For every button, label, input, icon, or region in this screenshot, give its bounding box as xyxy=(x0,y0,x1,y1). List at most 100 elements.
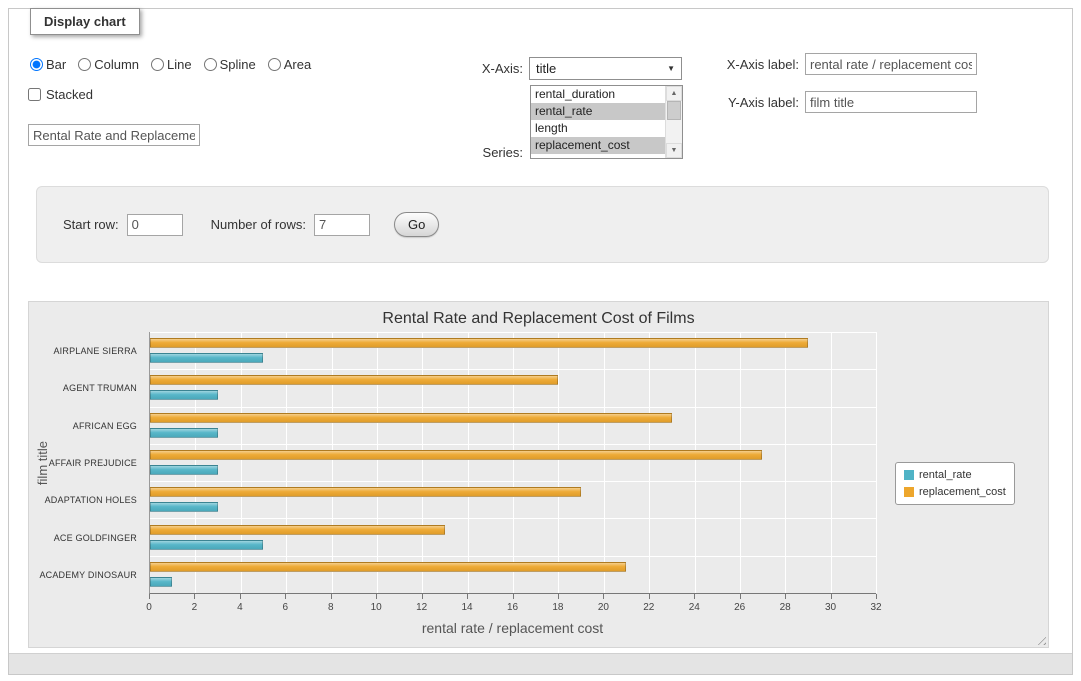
bar-replacement_cost[interactable] xyxy=(150,450,762,460)
legend-item-replacement_cost[interactable]: replacement_cost xyxy=(904,486,1006,498)
bar-group xyxy=(150,369,876,406)
bar-replacement_cost[interactable] xyxy=(150,487,581,497)
x-tick-label: 10 xyxy=(371,602,382,613)
bar-rental_rate[interactable] xyxy=(150,502,218,512)
x-tick-label: 24 xyxy=(689,602,700,613)
xaxis-label-input[interactable] xyxy=(805,53,977,75)
yaxis-label-row: Y-Axis label: xyxy=(699,91,977,113)
series-option-replacement_cost[interactable]: replacement_cost xyxy=(531,137,665,154)
x-tick-label: 22 xyxy=(643,602,654,613)
category-label: ACE GOLDFINGER xyxy=(54,533,137,543)
chart-title-field xyxy=(28,124,200,146)
x-tick xyxy=(331,594,332,599)
chart-type-radio[interactable] xyxy=(78,58,91,71)
chart-container: Rental Rate and Replacement Cost of Film… xyxy=(28,301,1049,648)
chevron-down-icon: ▼ xyxy=(667,64,675,73)
x-tick-label: 0 xyxy=(146,602,152,613)
xaxis-field-row: X-Axis: title ▼ xyxy=(443,57,682,80)
bar-rental_rate[interactable] xyxy=(150,577,172,587)
start-row-label: Start row: xyxy=(63,217,119,232)
x-tick-label: 20 xyxy=(598,602,609,613)
bar-rental_rate[interactable] xyxy=(150,465,218,475)
chart-type-line[interactable]: Line xyxy=(151,57,192,72)
x-tick-label: 2 xyxy=(192,602,198,613)
series-scrollbar[interactable]: ▲ ▼ xyxy=(665,86,682,158)
bar-group xyxy=(150,481,876,518)
row-range-panel: Start row: Number of rows: Go xyxy=(36,186,1049,263)
legend-swatch-icon xyxy=(904,470,914,480)
yaxis-label-label: Y-Axis label: xyxy=(699,95,799,110)
chart-type-label: Line xyxy=(167,57,192,72)
chart-type-column[interactable]: Column xyxy=(78,57,139,72)
scrollbar-track[interactable] xyxy=(666,120,682,143)
chart-type-label: Area xyxy=(284,57,311,72)
chart-type-area[interactable]: Area xyxy=(268,57,311,72)
x-tick xyxy=(467,594,468,599)
chart-type-radio[interactable] xyxy=(204,58,217,71)
bar-replacement_cost[interactable] xyxy=(150,375,558,385)
start-row-input[interactable] xyxy=(127,214,183,236)
x-tick-label: 8 xyxy=(328,602,334,613)
xaxis-label-label: X-Axis label: xyxy=(699,57,799,72)
scrollbar-thumb[interactable] xyxy=(667,101,681,120)
go-button[interactable]: Go xyxy=(394,212,439,237)
chart-type-radio[interactable] xyxy=(268,58,281,71)
bar-group xyxy=(150,444,876,481)
yaxis-label-input[interactable] xyxy=(805,91,977,113)
stacked-option[interactable]: Stacked xyxy=(28,87,93,102)
chart-type-radio[interactable] xyxy=(151,58,164,71)
x-tick xyxy=(285,594,286,599)
chart-type-label: Spline xyxy=(220,57,256,72)
chart-type-radio[interactable] xyxy=(30,58,43,71)
category-label: ADAPTATION HOLES xyxy=(45,495,137,505)
x-tick-label: 30 xyxy=(825,602,836,613)
x-tick-marks xyxy=(149,594,876,600)
chart-type-group: Bar Column Line Spline Area xyxy=(30,57,311,72)
series-option-length[interactable]: length xyxy=(531,120,665,137)
x-tick xyxy=(649,594,650,599)
scroll-down-icon[interactable]: ▼ xyxy=(666,143,682,158)
chart-type-spline[interactable]: Spline xyxy=(204,57,256,72)
x-axis-title: rental rate / replacement cost xyxy=(149,620,876,636)
num-rows-label: Number of rows: xyxy=(211,217,306,232)
x-tick xyxy=(831,594,832,599)
chart-title: Rental Rate and Replacement Cost of Film… xyxy=(29,310,1048,328)
series-option-rental_rate[interactable]: rental_rate xyxy=(531,103,665,120)
series-listbox[interactable]: rental_durationrental_ratelengthreplacem… xyxy=(530,85,683,159)
stacked-checkbox[interactable] xyxy=(28,88,41,101)
bar-replacement_cost[interactable] xyxy=(150,413,672,423)
bar-replacement_cost[interactable] xyxy=(150,562,626,572)
x-tick xyxy=(513,594,514,599)
bar-rental_rate[interactable] xyxy=(150,353,263,363)
x-tick xyxy=(558,594,559,599)
legend-item-rental_rate[interactable]: rental_rate xyxy=(904,469,1006,481)
x-tick-label: 4 xyxy=(237,602,243,613)
x-tick xyxy=(194,594,195,599)
panel-title: Display chart xyxy=(30,8,140,35)
legend-label: replacement_cost xyxy=(919,486,1006,498)
bar-replacement_cost[interactable] xyxy=(150,525,445,535)
x-tick-labels: 02468101214161820222426283032 xyxy=(149,602,876,614)
x-tick xyxy=(603,594,604,599)
chart-type-bar[interactable]: Bar xyxy=(30,57,66,72)
plot-area xyxy=(149,332,876,594)
x-tick xyxy=(240,594,241,599)
gridline xyxy=(876,332,877,593)
num-rows-input[interactable] xyxy=(314,214,370,236)
resize-handle[interactable] xyxy=(1034,633,1046,645)
x-tick-label: 18 xyxy=(552,602,563,613)
scroll-up-icon[interactable]: ▲ xyxy=(666,86,682,101)
series-option-rental_duration[interactable]: rental_duration xyxy=(531,86,665,103)
xaxis-select[interactable]: title ▼ xyxy=(529,57,682,80)
bar-replacement_cost[interactable] xyxy=(150,338,808,348)
x-tick-label: 6 xyxy=(283,602,289,613)
footer-bar xyxy=(9,653,1072,674)
chart-title-input[interactable] xyxy=(28,124,200,146)
bar-rental_rate[interactable] xyxy=(150,390,218,400)
series-listbox-items: rental_durationrental_ratelengthreplacem… xyxy=(531,86,665,158)
category-label: AFRICAN EGG xyxy=(73,421,137,431)
category-label: ACADEMY DINOSAUR xyxy=(39,570,137,580)
x-tick-label: 16 xyxy=(507,602,518,613)
bar-rental_rate[interactable] xyxy=(150,428,218,438)
bar-rental_rate[interactable] xyxy=(150,540,263,550)
